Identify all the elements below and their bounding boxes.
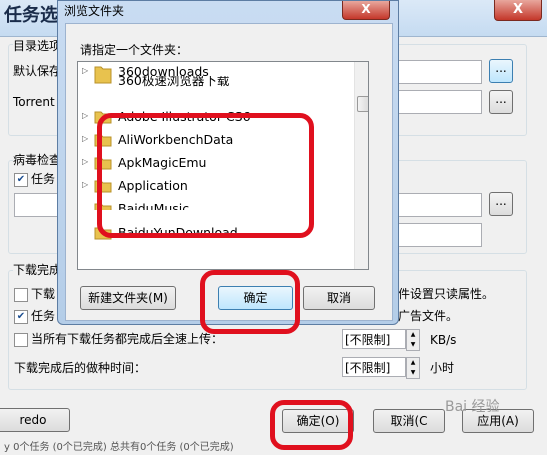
folder-icon [94, 76, 112, 84]
readonly-label-right: 件设置只读属性。 [398, 287, 495, 301]
redo-button[interactable]: redo [0, 408, 70, 432]
default-save-browse-button[interactable]: ... [489, 59, 513, 83]
virus-program-path-field[interactable] [398, 193, 482, 217]
seed-time-arrows[interactable]: ▲ ▼ [406, 357, 420, 379]
virus-args-field[interactable] [398, 223, 482, 247]
watermark: Bai 经验 [445, 399, 500, 415]
ad-file-checkbox[interactable]: ✔ [14, 310, 28, 324]
directory-options-label: 目录选项 [13, 39, 62, 53]
torrent-browse-button[interactable]: ... [489, 90, 513, 114]
dialog-ok-highlight [200, 270, 300, 334]
folder-list-highlight [97, 113, 314, 238]
default-save-label: 默认保存 [13, 64, 62, 78]
status-bar-text: y 0个任务 (0个已完成) 总共有0个任务 (0个已完成) [4, 442, 234, 453]
browse-prompt: 请指定一个文件夹： [80, 43, 189, 57]
expand-arrow-icon[interactable]: ▷ [82, 180, 88, 189]
expand-arrow-icon[interactable]: ▷ [82, 66, 88, 75]
ad-file-label-left: 任务 [31, 309, 56, 323]
virus-task-label: 任务 [31, 172, 56, 186]
settings-ok-highlight [270, 400, 353, 450]
settings-window-title: 任务选 [4, 5, 58, 26]
upload-unit: KB/s [430, 333, 457, 347]
readonly-label-left: 下载 [31, 287, 56, 301]
expand-arrow-icon[interactable]: ▷ [82, 157, 88, 166]
virus-check-label: 病毒检查 [13, 153, 62, 167]
settings-close-button[interactable]: X [494, 0, 542, 21]
torrent-path-field[interactable] [398, 90, 482, 114]
folder-node[interactable]: 360极速浏览器下载 [78, 76, 354, 88]
expand-arrow-icon[interactable]: ▷ [82, 111, 88, 120]
folder-tree-scrollbar[interactable] [354, 62, 368, 269]
folder-label: 360极速浏览器下载 [118, 76, 230, 88]
default-save-path-field[interactable] [398, 60, 482, 84]
browse-dialog-title: 浏览文件夹 [64, 4, 125, 18]
browse-cancel-button[interactable]: 取消 [303, 286, 375, 310]
browse-dialog-close-button[interactable]: X [342, 1, 390, 20]
full-speed-upload-checkbox[interactable] [14, 333, 28, 347]
expand-arrow-icon[interactable]: ▷ [82, 134, 88, 143]
ad-file-label-right: 广告文件。 [398, 309, 459, 323]
download-complete-label: 下载完成 [13, 263, 62, 277]
readonly-checkbox[interactable] [14, 288, 28, 302]
seed-time-label: 下载完成后的做种时间： [14, 361, 147, 375]
virus-browse-button[interactable]: ... [489, 192, 513, 216]
full-speed-upload-label: 当所有下载任务都完成后全速上传： [31, 332, 224, 346]
torrent-label: Torrent [13, 95, 55, 109]
upload-speed-arrows[interactable]: ▲ ▼ [406, 329, 420, 351]
virus-task-checkbox[interactable]: ✔ [14, 173, 28, 187]
scrollbar-thumb[interactable] [357, 96, 368, 112]
seed-time-unit: 小时 [430, 361, 455, 375]
new-folder-button[interactable]: 新建文件夹(M) [80, 286, 176, 310]
upload-speed-spinbox[interactable]: [不限制] [342, 329, 406, 349]
seed-time-spinbox[interactable]: [不限制] [342, 357, 406, 377]
settings-cancel-button[interactable]: 取消(C [373, 409, 445, 433]
